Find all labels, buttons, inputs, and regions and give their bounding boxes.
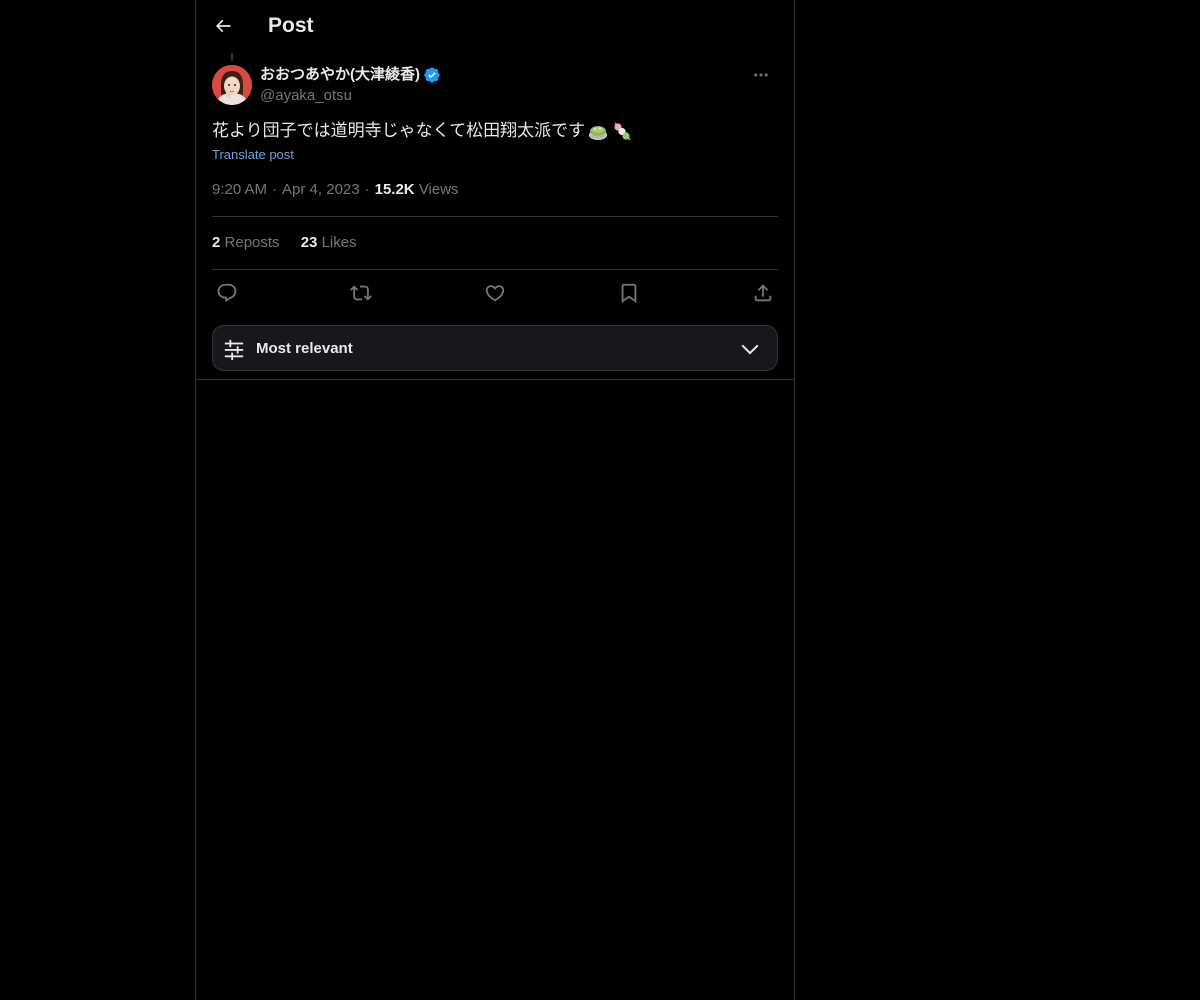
like-icon <box>485 285 505 302</box>
bookmark-icon <box>621 283 637 304</box>
sliders-icon <box>224 339 244 360</box>
post-text-content: 花より団子では道明寺じゃなくて松田翔太派です <box>212 121 586 140</box>
likes-label: Likes <box>321 234 357 251</box>
repost-button[interactable] <box>346 279 376 307</box>
share-button[interactable] <box>748 279 778 307</box>
likes-count: 23 <box>300 234 318 251</box>
author-row: おおつあやか(大津綾香) @ayaka_otsu <box>212 64 778 106</box>
likes-stat[interactable]: 23 Likes <box>301 233 357 253</box>
bookmark-button[interactable] <box>614 279 644 307</box>
reply-icon <box>217 283 237 302</box>
page-header: Post <box>196 0 794 53</box>
chevron-down-icon <box>741 344 759 355</box>
reposts-stat[interactable]: 2 Reposts <box>212 233 280 253</box>
more-options-button[interactable] <box>744 64 778 86</box>
translate-post-link[interactable]: Translate post <box>212 146 294 164</box>
matcha-dessert-emoji <box>589 126 608 140</box>
share-icon <box>754 284 772 302</box>
action-bar <box>212 279 778 307</box>
sort-label: Most relevant <box>256 340 353 357</box>
section-divider <box>196 379 794 380</box>
dango-emoji <box>614 122 631 141</box>
divider <box>212 269 778 270</box>
author-name[interactable]: おおつあやか(大津綾香) <box>260 65 441 85</box>
post-time[interactable]: 9:20 AM <box>212 181 267 198</box>
reposts-label: Reposts <box>224 234 280 251</box>
like-button[interactable] <box>480 279 510 307</box>
post-date[interactable]: Apr 4, 2023 <box>282 181 360 198</box>
meta-separator: · <box>364 181 370 198</box>
sort-replies-dropdown[interactable]: Most relevant <box>212 325 778 371</box>
divider <box>212 216 778 217</box>
verified-badge-icon <box>424 67 440 83</box>
post-text: 花より団子では道明寺じゃなくて松田翔太派です <box>212 119 778 143</box>
avatar[interactable] <box>212 65 252 105</box>
engagement-stats: 2 Reposts 23 Likes <box>212 233 374 253</box>
repost-icon <box>350 285 372 301</box>
reply-button[interactable] <box>212 279 242 307</box>
post-column: Post おおつあやか(大津綾香) @ayaka_otsu 花より団子では道明寺… <box>195 0 795 1000</box>
thread-line <box>231 53 233 61</box>
post-meta: 9:20 AM · Apr 4, 2023 · 15.2K Views <box>212 180 459 200</box>
meta-separator: · <box>272 181 278 198</box>
reposts-count: 2 <box>212 234 221 251</box>
arrow-left-icon <box>215 19 231 33</box>
page-title: Post <box>268 14 314 37</box>
views-label: Views <box>418 181 459 198</box>
views-count: 15.2K <box>374 181 415 198</box>
author-handle[interactable]: @ayaka_otsu <box>260 86 352 106</box>
author-name-text: おおつあやか(大津綾香) <box>260 66 420 83</box>
back-button[interactable] <box>206 9 240 43</box>
more-horizontal-icon <box>754 73 768 77</box>
avatar-image <box>212 65 252 105</box>
